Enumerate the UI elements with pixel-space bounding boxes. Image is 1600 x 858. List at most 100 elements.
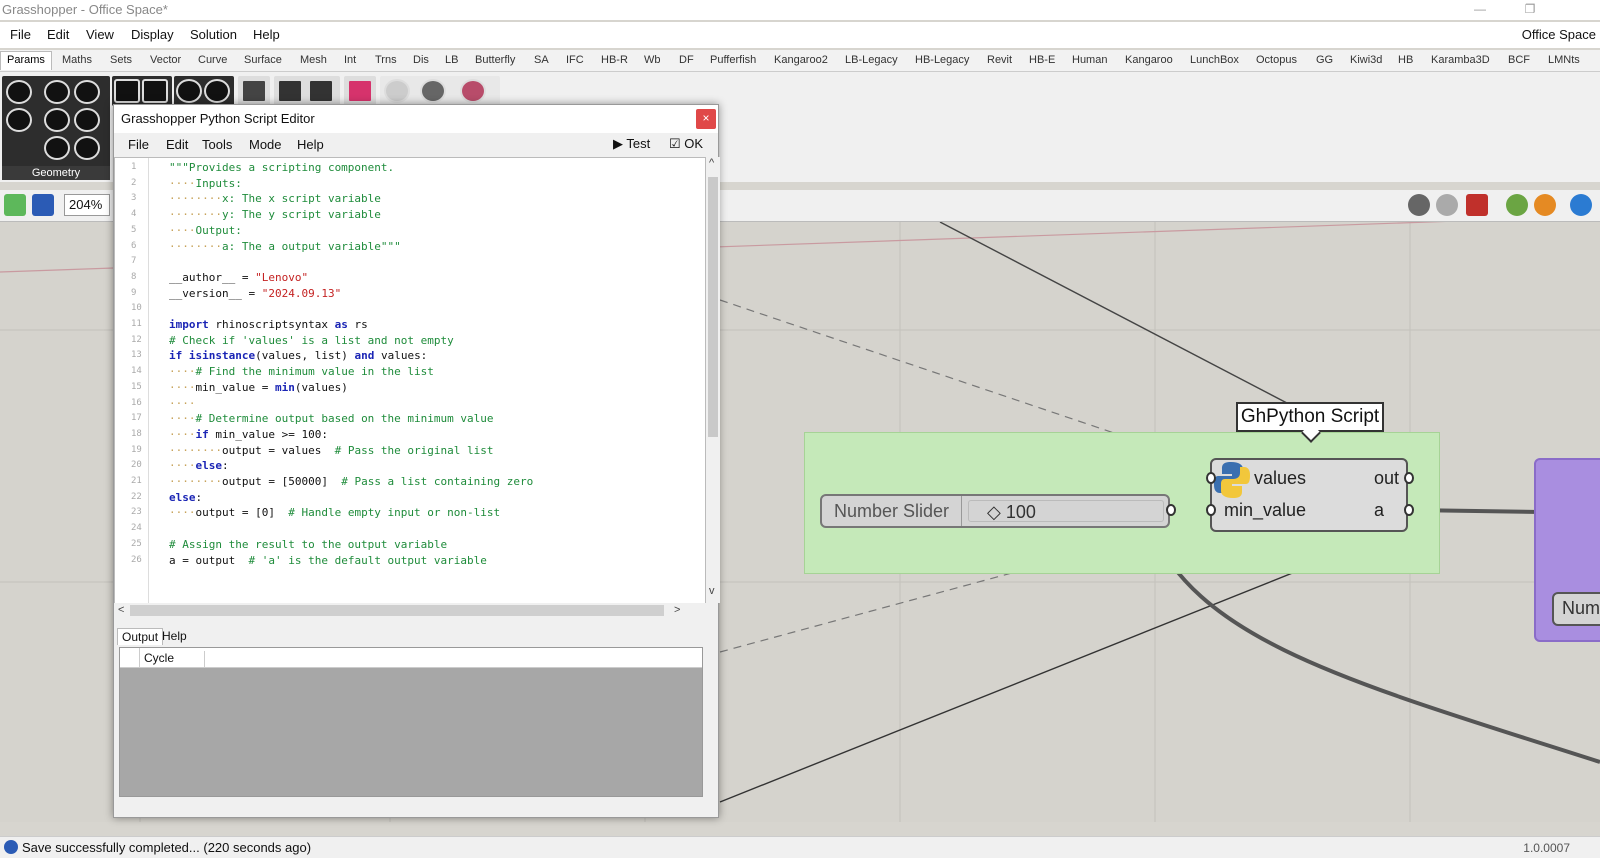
editor-menu-help[interactable]: Help [297, 137, 324, 152]
curve-param-icon[interactable] [74, 80, 100, 104]
wireframe-icon[interactable] [1436, 194, 1458, 216]
code-line[interactable]: 5 ····Output: [115, 223, 705, 239]
slider-icon[interactable] [347, 79, 373, 103]
menu-file[interactable]: File [10, 27, 31, 42]
menu-help[interactable]: Help [253, 27, 280, 42]
tab-lunchbox[interactable]: LunchBox [1190, 54, 1239, 66]
text-param-icon[interactable] [204, 79, 230, 103]
editor-menu-mode[interactable]: Mode [249, 137, 282, 152]
circle-param-icon[interactable] [44, 80, 70, 104]
input-values[interactable]: values [1254, 468, 1306, 489]
record-icon[interactable] [460, 79, 486, 103]
scroll-right-icon[interactable]: > [674, 604, 680, 616]
material-icon[interactable] [1534, 194, 1556, 216]
tab-kangaroo2[interactable]: Kangaroo2 [774, 54, 828, 66]
pen-param-icon[interactable] [176, 79, 202, 103]
ok-button[interactable]: ☑ OK [669, 136, 703, 152]
tab-lb-legacy[interactable]: LB-Legacy [845, 54, 898, 66]
ghpython-component[interactable]: values min_value out a [1210, 458, 1408, 532]
tab-sa[interactable]: SA [534, 54, 549, 66]
code-line[interactable]: 19 ········output = values # Pass the ori… [115, 443, 705, 459]
code-line[interactable]: 4 ········y: The y script variable [115, 207, 705, 223]
tab-output[interactable]: Output [117, 628, 164, 645]
tab-vector[interactable]: Vector [150, 54, 181, 66]
code-line[interactable]: 13 if isinstance(values, list) and values… [115, 348, 705, 364]
field-param-icon[interactable] [142, 79, 168, 103]
tab-human[interactable]: Human [1072, 54, 1107, 66]
close-param-icon[interactable] [6, 80, 32, 104]
save-file-icon[interactable] [32, 194, 54, 216]
code-line[interactable]: 23 ····output = [0] # Handle empty input … [115, 505, 705, 521]
tab-kiwi3d[interactable]: Kiwi3d [1350, 54, 1382, 66]
scroll-down-icon[interactable]: v [709, 585, 715, 597]
test-button[interactable]: ▶ Test [613, 136, 650, 152]
line-param-icon[interactable] [6, 108, 32, 132]
min-value-input-port[interactable] [1206, 504, 1216, 516]
menu-view[interactable]: View [86, 27, 114, 42]
tab-df[interactable]: DF [679, 54, 694, 66]
input-min-value[interactable]: min_value [1224, 500, 1306, 521]
surface-param-icon[interactable] [74, 108, 100, 132]
menu-edit[interactable]: Edit [47, 27, 69, 42]
number-slider[interactable]: Number Slider ◇ 100 [820, 494, 1170, 528]
tab-lb[interactable]: LB [445, 54, 458, 66]
out-output-port[interactable] [1404, 472, 1414, 484]
tab-bcf[interactable]: BCF [1508, 54, 1530, 66]
mesh-param-icon[interactable] [74, 136, 100, 160]
code-line[interactable]: 24 [115, 521, 705, 537]
menu-display[interactable]: Display [131, 27, 174, 42]
sphere-icon[interactable] [1570, 194, 1592, 216]
number-component-stub[interactable]: Num [1552, 592, 1600, 626]
code-line[interactable]: 10 [115, 301, 705, 317]
scroll-left-icon[interactable]: < [118, 604, 124, 616]
preview-selected-icon[interactable] [1506, 194, 1528, 216]
vertical-scroll-thumb[interactable] [708, 177, 718, 437]
tab-int[interactable]: Int [344, 54, 356, 66]
code-line[interactable]: 3 ········x: The x script variable [115, 191, 705, 207]
scroll-up-icon[interactable]: ^ [709, 157, 714, 169]
tab-wb[interactable]: Wb [644, 54, 661, 66]
graph-icon[interactable] [384, 79, 410, 103]
tab-ifc[interactable]: IFC [566, 54, 584, 66]
code-line[interactable]: 20 ····else: [115, 458, 705, 474]
editor-menu-edit[interactable]: Edit [166, 137, 188, 152]
tab-maths[interactable]: Maths [62, 54, 92, 66]
code-line[interactable]: 2 ····Inputs: [115, 176, 705, 192]
code-line[interactable]: 1 """Provides a scripting component. [115, 160, 705, 176]
shaded-icon[interactable] [1466, 194, 1488, 216]
tab-trns[interactable]: Trns [375, 54, 397, 66]
arc-param-icon[interactable] [44, 108, 70, 132]
slider-output-port[interactable] [1166, 504, 1176, 516]
a-output-port[interactable] [1404, 504, 1414, 516]
horizontal-scroll-thumb[interactable] [130, 605, 664, 616]
code-line[interactable]: 7 [115, 254, 705, 270]
code-editor[interactable]: 1 """Provides a scripting component. 2 ····… [114, 157, 706, 619]
code-line[interactable]: 8 __author__ = "Lenovo" [115, 270, 705, 286]
code-line[interactable]: 26 a = output # 'a' is the default output… [115, 553, 705, 569]
code-line[interactable]: 16 ···· [115, 396, 705, 412]
tab-kangaroo[interactable]: Kangaroo [1125, 54, 1173, 66]
output-column-cycle[interactable]: Cycle [144, 651, 206, 668]
list-icon[interactable] [308, 79, 334, 103]
tab-params[interactable]: Params [0, 51, 52, 70]
arrow-right-icon[interactable] [420, 79, 446, 103]
horizontal-scrollbar[interactable]: < > [114, 603, 706, 619]
restore-button[interactable]: ❐ [1508, 0, 1552, 20]
editor-menu-tools[interactable]: Tools [202, 137, 232, 152]
menu-solution[interactable]: Solution [190, 27, 237, 42]
code-line[interactable]: 21 ········output = [50000] # Pass a list… [115, 474, 705, 490]
vertical-scrollbar[interactable]: ^ v [706, 157, 720, 603]
zoom-field[interactable]: 204% [64, 194, 110, 216]
tab-karamba3d[interactable]: Karamba3D [1431, 54, 1490, 66]
close-icon[interactable]: × [696, 109, 716, 129]
output-a[interactable]: a [1374, 500, 1384, 521]
python-script-editor[interactable]: Grasshopper Python Script Editor × File … [113, 104, 720, 818]
tab-help[interactable]: Help [158, 628, 191, 644]
tab-sets[interactable]: Sets [110, 54, 132, 66]
minimize-button[interactable]: — [1458, 0, 1502, 20]
box-param-icon[interactable] [114, 79, 140, 103]
code-line[interactable]: 18 ····if min_value >= 100: [115, 427, 705, 443]
tab-gg[interactable]: GG [1316, 54, 1333, 66]
tab-mesh[interactable]: Mesh [300, 54, 327, 66]
tab-dis[interactable]: Dis [413, 54, 429, 66]
